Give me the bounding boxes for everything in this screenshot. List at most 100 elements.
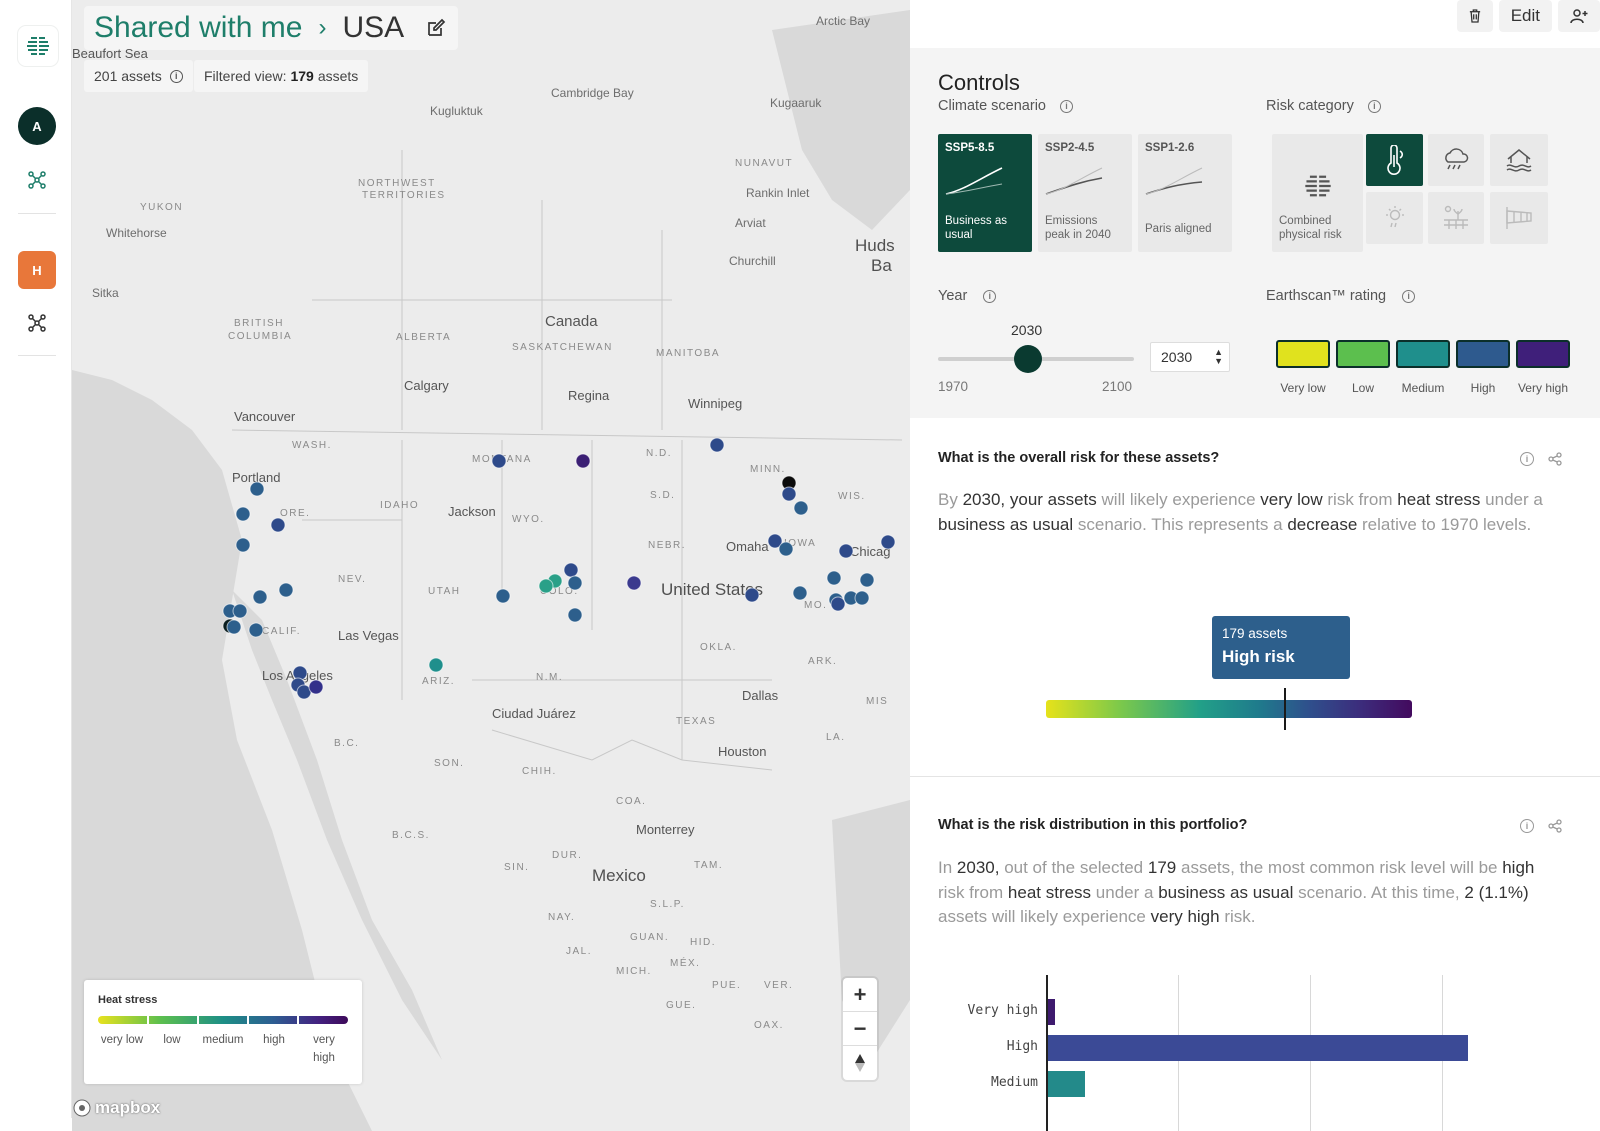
asset-marker[interactable] (235, 506, 251, 522)
zoom-control: + − (843, 978, 877, 1080)
asset-marker[interactable] (781, 486, 797, 502)
mapbox-attribution[interactable]: mapbox (72, 1098, 160, 1118)
asset-marker[interactable] (567, 607, 583, 623)
compass-icon (855, 1054, 865, 1072)
scenario-ssp245[interactable]: SSP2-4.5 Emissions peak in 2040 (1038, 134, 1132, 252)
asset-marker[interactable] (880, 534, 896, 550)
scenario-ssp126[interactable]: SSP1-2.6 Paris aligned (1138, 134, 1232, 252)
asset-marker[interactable] (838, 543, 854, 559)
info-icon[interactable]: i (1367, 99, 1381, 113)
category-combined[interactable]: Combined physical risk (1272, 134, 1363, 252)
asset-marker[interactable] (249, 481, 265, 497)
info-icon[interactable]: i (1060, 99, 1073, 113)
scenario-desc: Business as usual (945, 215, 1008, 241)
category-wind[interactable] (1490, 192, 1548, 244)
asset-marker[interactable] (252, 589, 268, 605)
flood-house-icon (1506, 149, 1532, 172)
app-logo[interactable] (18, 26, 58, 66)
info-icon[interactable]: i (1520, 452, 1534, 466)
map-view[interactable]: Shared with me › USA 201 assets i Filter… (72, 0, 910, 1131)
asset-marker[interactable] (792, 585, 808, 601)
rating-low-swatch (1336, 340, 1390, 368)
asset-marker[interactable] (491, 453, 507, 469)
asset-marker[interactable] (709, 437, 725, 453)
asset-marker[interactable] (538, 578, 554, 594)
avatar[interactable]: A (18, 107, 56, 145)
scenario-code: SSP1-2.6 (1145, 142, 1195, 154)
mapbox-logo-icon (73, 1099, 91, 1117)
climate-label-text: Climate scenario (938, 98, 1046, 114)
asset-marker[interactable] (563, 562, 579, 578)
legend-label-medium: medium (202, 1034, 244, 1046)
year-slider-handle[interactable] (1014, 345, 1042, 373)
asset-marker[interactable] (567, 575, 583, 591)
info-icon[interactable]: i (1402, 289, 1416, 303)
zoom-out-button[interactable]: − (843, 1012, 877, 1046)
asset-marker[interactable] (278, 582, 294, 598)
delete-button[interactable] (1456, 0, 1493, 32)
rating-very-low-swatch (1276, 340, 1330, 368)
workspace-initial: H (32, 262, 42, 278)
trash-icon (1469, 9, 1480, 23)
info-icon[interactable]: i (983, 289, 997, 303)
share-user-button[interactable] (1558, 0, 1600, 32)
zoom-in-button[interactable]: + (843, 978, 877, 1012)
legend-label-very-low: very low (100, 1034, 144, 1046)
legend-label-very-high: high (313, 1052, 335, 1064)
category-drought[interactable] (1366, 192, 1423, 244)
sun-icon (1385, 206, 1404, 228)
distribution-bar[interactable] (1048, 1071, 1085, 1097)
share-icon[interactable] (1548, 819, 1562, 833)
asset-marker[interactable] (830, 596, 846, 612)
rating-very-high-swatch (1516, 340, 1570, 368)
asset-marker[interactable] (270, 517, 286, 533)
asset-marker[interactable] (854, 590, 870, 606)
share-icon[interactable] (1548, 452, 1562, 466)
risk-distribution-question: What is the risk distribution in this po… (938, 817, 1248, 833)
asset-marker[interactable] (793, 500, 809, 516)
asset-marker[interactable] (235, 537, 251, 553)
distribution-bar[interactable] (1048, 1035, 1468, 1061)
asset-marker[interactable] (744, 587, 760, 603)
tooltip-risk-level: High risk (1222, 647, 1295, 666)
risk-distribution-chart: Very high High Medium (938, 975, 1578, 1131)
year-input[interactable]: 2030 ▲ ▼ (1150, 342, 1230, 372)
category-heat-stress[interactable] (1366, 134, 1423, 186)
asset-marker[interactable] (575, 453, 591, 469)
bar-label: Very high (967, 1003, 1038, 1018)
year-label: Year i (938, 288, 997, 304)
asset-marker[interactable] (428, 657, 444, 673)
info-icon[interactable]: i (1520, 819, 1534, 833)
category-wildfire[interactable] (1428, 192, 1484, 244)
network-icon[interactable] (25, 168, 49, 192)
globe-logo-icon (27, 35, 49, 57)
scenario-ssp585[interactable]: SSP5-8.5 Business as usual (938, 134, 1032, 252)
tooltip-asset-count: 179 assets (1222, 626, 1288, 641)
asset-marker[interactable] (778, 541, 794, 557)
category-flooding[interactable] (1490, 134, 1548, 186)
risk-category-label: Risk category i (1266, 98, 1381, 114)
asset-marker[interactable] (232, 603, 248, 619)
year-label-text: Year (938, 288, 968, 304)
globe-icon (1304, 173, 1331, 199)
compass-button[interactable] (843, 1046, 877, 1080)
distribution-bar[interactable] (1048, 999, 1055, 1025)
asset-marker[interactable] (495, 588, 511, 604)
asset-marker[interactable] (248, 622, 264, 638)
map-legend: Heat stress very low low medium high ver… (84, 980, 362, 1084)
category-precipitation[interactable] (1428, 134, 1484, 186)
bar-label: High (1006, 1039, 1038, 1054)
year-max: 2100 (1102, 379, 1133, 394)
asset-marker[interactable] (308, 679, 324, 695)
asset-marker[interactable] (859, 572, 875, 588)
asset-marker[interactable] (226, 619, 242, 635)
year-input-value: 2030 (1161, 349, 1193, 365)
card-divider (910, 776, 1600, 777)
asset-marker[interactable] (626, 575, 642, 591)
network-icon[interactable] (25, 311, 49, 335)
stepper-icon[interactable]: ▲ ▼ (1214, 348, 1223, 366)
workspace-badge[interactable]: H (18, 251, 56, 289)
edit-button[interactable]: Edit (1498, 0, 1552, 32)
card-actions: i (1520, 819, 1562, 833)
asset-marker[interactable] (826, 570, 842, 586)
